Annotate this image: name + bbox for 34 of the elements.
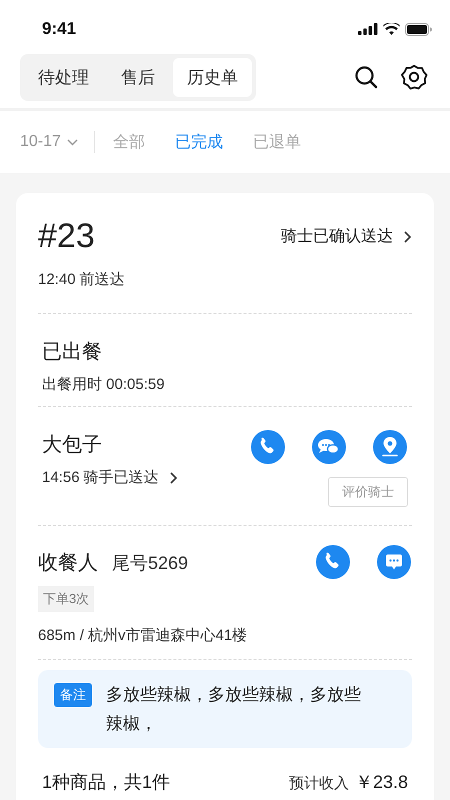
location-pin-icon[interactable] — [372, 429, 408, 465]
chevron-right-icon — [168, 470, 178, 484]
tab[interactable]: 历史单 — [173, 58, 252, 96]
rider-name: 大包子 — [42, 433, 103, 458]
meal-status: 已出餐 — [42, 340, 103, 365]
wifi-icon — [383, 23, 400, 35]
note-label: 备注 — [54, 683, 92, 707]
phone-icon[interactable] — [250, 429, 286, 465]
message-icon[interactable] — [376, 544, 412, 580]
recipient-title: 收餐人 — [38, 550, 98, 576]
note-text: 多放些辣椒，多放些辣椒，多放些辣椒， — [106, 684, 362, 735]
order-count-tag: 下单3次 — [38, 586, 94, 612]
order-number: #23 — [38, 217, 95, 256]
settings-icon[interactable] — [400, 63, 428, 91]
search-icon[interactable] — [354, 65, 378, 89]
signal-icon — [358, 23, 378, 35]
filter-tab[interactable]: 已完成 — [174, 132, 223, 152]
battery-icon — [405, 22, 432, 36]
delivery-address: 685m / 杭州v市雷迪森中心41楼 — [38, 626, 248, 645]
chat-icon[interactable] — [311, 429, 347, 465]
phone-tail: 尾号5269 — [112, 552, 188, 574]
phone-icon[interactable] — [315, 544, 351, 580]
delivery-deadline: 12:40 前送达 — [38, 270, 126, 289]
item-count: 1种商品，共1件 — [42, 771, 170, 794]
chevron-right-icon — [403, 230, 412, 244]
delivery-status-link[interactable]: 骑士已确认送达 — [281, 226, 412, 247]
meal-duration: 出餐用时 00:05:59 — [42, 375, 166, 394]
rider-status-link[interactable]: 14:56 骑手已送达 — [42, 468, 178, 487]
tab[interactable]: 售后 — [107, 58, 169, 96]
status-time: 9:41 — [42, 18, 76, 39]
income-label: 预计收入 — [288, 774, 349, 793]
caret-down-icon — [66, 138, 78, 146]
tab[interactable]: 待处理 — [24, 58, 103, 96]
income-amount: ￥23.8 — [354, 771, 408, 794]
